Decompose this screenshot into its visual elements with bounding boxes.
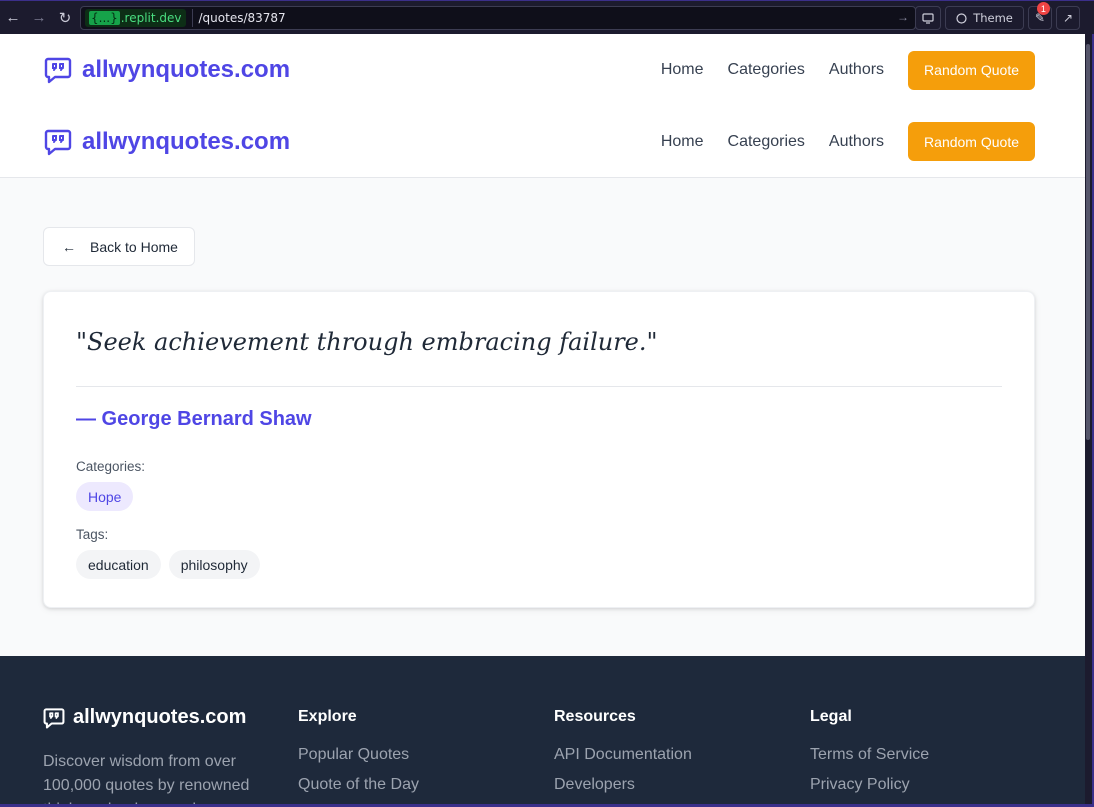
nav-authors[interactable]: Authors: [829, 133, 884, 151]
back-nav-icon[interactable]: ←: [0, 5, 26, 31]
footer-link-popular-quotes[interactable]: Popular Quotes: [298, 746, 419, 764]
footer-description: Discover wisdom from over 100,000 quotes…: [43, 753, 250, 804]
url-host: {...} .replit.dev: [85, 9, 186, 27]
devtools-button[interactable]: ✎ 1: [1027, 2, 1052, 30]
monitor-icon: [922, 12, 934, 24]
nav-authors[interactable]: Authors: [829, 61, 884, 79]
quote-card: "Seek achievement through embracing fail…: [43, 291, 1035, 608]
nav-categories[interactable]: Categories: [728, 133, 805, 151]
tag-chip[interactable]: education: [76, 550, 161, 579]
footer-column-resources: Resources API Documentation Developers: [554, 708, 692, 804]
page-viewport: allwynquotes.com Home Categories Authors…: [0, 34, 1085, 804]
url-path: /quotes/83787: [198, 11, 286, 25]
quote-author[interactable]: — George Bernard Shaw: [76, 408, 312, 431]
footer-logo-text: allwynquotes.com: [73, 706, 247, 728]
browser-toolbar: ← → ↻ {...} .replit.dev /quotes/83787 → T…: [0, 0, 1094, 34]
footer-link-developers[interactable]: Developers: [554, 776, 692, 794]
footer-link-api-documentation[interactable]: API Documentation: [554, 746, 692, 764]
theme-button[interactable]: Theme: [945, 6, 1024, 30]
category-list: Hope: [76, 482, 134, 511]
forward-nav-icon[interactable]: →: [26, 5, 52, 31]
main-nav: Home Categories Authors Random Quote: [661, 50, 1035, 90]
external-link-icon: ↗: [1062, 11, 1073, 25]
site-header: allwynquotes.com Home Categories Authors…: [0, 34, 1085, 106]
quote-bubble-icon: [44, 57, 72, 84]
tags-label: Tags:: [76, 527, 109, 542]
footer-column-title: Resources: [554, 708, 636, 725]
nav-home[interactable]: Home: [661, 61, 704, 79]
quote-bubble-icon: [43, 707, 65, 728]
footer-column-explore: Explore Popular Quotes Quote of the Day: [298, 708, 419, 804]
footer-column-title: Legal: [810, 708, 852, 725]
nav-categories[interactable]: Categories: [728, 61, 805, 79]
palette-icon: [956, 12, 967, 24]
quote-text: "Seek achievement through embracing fail…: [76, 328, 658, 356]
nav-home[interactable]: Home: [661, 133, 704, 151]
tag-list: education philosophy: [76, 550, 260, 579]
address-bar[interactable]: {...} .replit.dev /quotes/83787 →: [80, 6, 916, 30]
category-chip[interactable]: Hope: [76, 482, 134, 511]
notification-badge: 1: [1036, 2, 1050, 15]
open-external-button[interactable]: ↗: [1055, 6, 1080, 30]
categories-label: Categories:: [76, 459, 146, 474]
main-nav: Home Categories Authors Random Quote: [661, 122, 1035, 161]
site-footer: allwynquotes.com Discover wisdom from ov…: [0, 656, 1085, 804]
footer-link-privacy[interactable]: Privacy Policy: [810, 776, 929, 794]
scrollbar-thumb[interactable]: [1086, 44, 1090, 440]
footer-column-legal: Legal Terms of Service Privacy Policy: [810, 708, 929, 804]
footer-link-terms[interactable]: Terms of Service: [810, 746, 929, 764]
footer-link-quote-of-the-day[interactable]: Quote of the Day: [298, 776, 419, 794]
back-label: Back to Home: [90, 238, 178, 255]
random-quote-button[interactable]: Random Quote: [908, 122, 1035, 161]
random-quote-button[interactable]: Random Quote: [908, 50, 1035, 90]
back-to-home-button[interactable]: ← Back to Home: [43, 227, 195, 266]
quote-bubble-icon: [44, 129, 72, 155]
logo-text: allwynquotes.com: [82, 56, 291, 83]
site-logo[interactable]: allwynquotes.com: [44, 128, 290, 156]
url-go-icon[interactable]: →: [897, 10, 909, 24]
footer-logo[interactable]: allwynquotes.com: [43, 706, 246, 729]
tag-chip[interactable]: philosophy: [168, 550, 260, 579]
reload-icon[interactable]: ↻: [52, 5, 78, 31]
devices-button[interactable]: [915, 6, 942, 30]
arrow-left-icon: ←: [62, 238, 76, 255]
footer-column-title: Explore: [298, 708, 357, 725]
site-logo[interactable]: allwynquotes.com: [44, 56, 290, 84]
divider: [76, 386, 1002, 387]
theme-label: Theme: [973, 11, 1013, 25]
site-header-duplicate: allwynquotes.com Home Categories Authors…: [0, 106, 1085, 178]
logo-text: allwynquotes.com: [82, 127, 291, 155]
url-separator: [191, 9, 193, 27]
